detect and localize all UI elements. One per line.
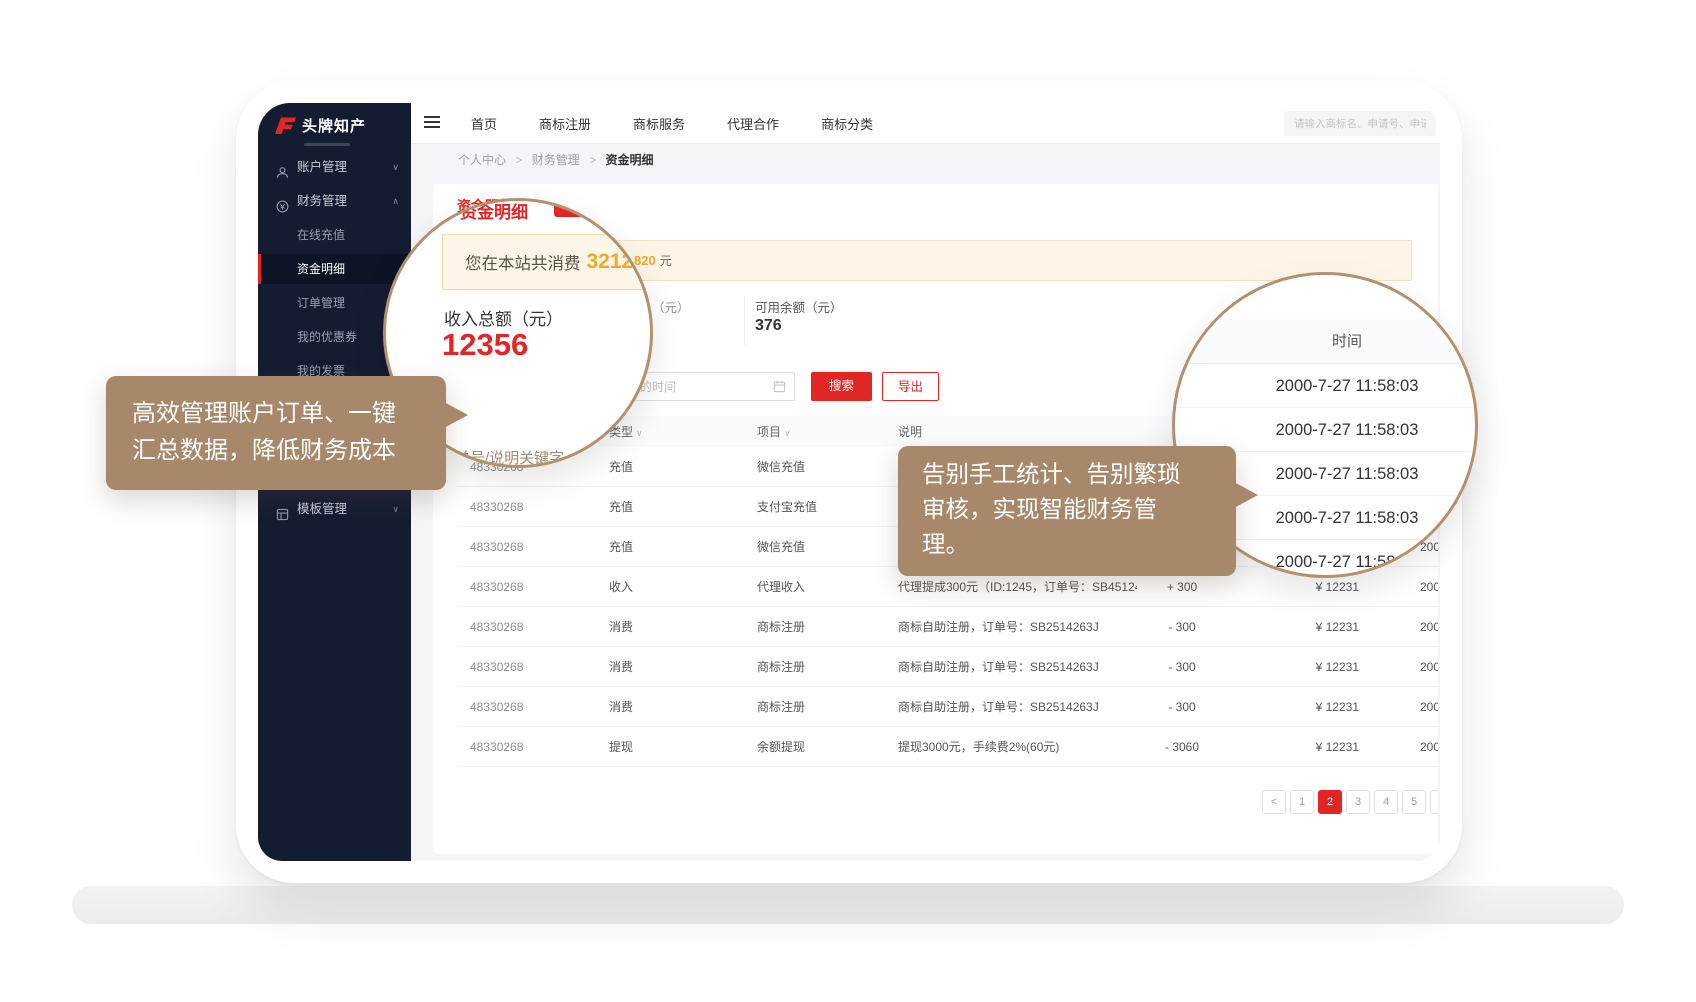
nav-items: 首页 商标注册 商标服务 代理合作 商标分类: [471, 103, 873, 143]
chevron-up-icon: ∧: [392, 186, 399, 216]
breadcrumb-finance[interactable]: 财务管理: [532, 153, 580, 167]
pagination-prev-button[interactable]: <: [1262, 790, 1286, 814]
header-project[interactable]: 项目∨: [744, 423, 885, 440]
sort-chevron-icon: ∨: [784, 428, 791, 438]
search-input[interactable]: [1284, 111, 1436, 136]
sidebar-item-online-recharge[interactable]: 在线充值: [258, 220, 411, 250]
table-row: 48330268 提现 余额提现 提现3000元，手续费2%(60元) - 30…: [457, 727, 1438, 767]
magnified-page-title: 资金明细: [460, 198, 528, 223]
breadcrumb-personal-center[interactable]: 个人中心: [458, 153, 506, 167]
callout-bubble-left: 高效管理账户订单、一键 汇总数据，降低财务成本: [106, 376, 446, 490]
callout-bubble-right: 告别手工统计、告别繁琐 审核，实现智能财务管 理。: [898, 446, 1236, 576]
sidebar-item-funds-detail[interactable]: 资金明细: [258, 254, 411, 284]
available-balance-label: 可用余额（元）: [755, 297, 843, 316]
page-background: 头牌知产 账户管理 ∨ 财务管理 ∧: [0, 0, 1696, 1002]
pagination-next-button[interactable]: >: [1430, 790, 1438, 814]
brand-tagline-placeholder: [304, 143, 350, 146]
magnified-consumption-banner: 您在本站共消费 32124 元: [442, 234, 653, 290]
magnified-red-pill: [554, 202, 590, 217]
top-navigation: 首页 商标注册 商标服务 代理合作 商标分类: [411, 103, 1440, 144]
callout-left-line: 汇总数据，降低财务成本: [132, 432, 446, 469]
pagination-page-5[interactable]: 5: [1402, 790, 1426, 814]
callout-right-line: 理。: [922, 527, 1236, 562]
pagination-page-2-active[interactable]: 2: [1318, 790, 1342, 814]
chevron-down-icon: ∨: [392, 152, 399, 182]
callout-left-line: 高效管理账户订单、一键: [132, 395, 446, 432]
sort-chevron-icon: ∨: [636, 428, 643, 438]
search-button[interactable]: 搜索: [811, 372, 872, 401]
sidebar-item-templates[interactable]: 模板管理 ∨: [258, 494, 411, 524]
pagination-page-1[interactable]: 1: [1290, 790, 1314, 814]
stat-unit-label: （元）: [652, 297, 690, 316]
nav-item-home[interactable]: 首页: [471, 114, 497, 133]
callout-arrow-icon: [444, 402, 468, 428]
callout-arrow-icon: [1234, 482, 1258, 508]
magnified-time-header: 时间: [1175, 319, 1475, 364]
table-row: 48330268 消费 商标注册 商标自助注册，订单号：SB2514263J -…: [457, 687, 1438, 727]
callout-right-line: 审核，实现智能财务管: [922, 492, 1236, 527]
sidebar-item-account[interactable]: 账户管理 ∨: [258, 152, 411, 182]
table-row: 48330268 消费 商标注册 商标自助注册，订单号：SB2514263J -…: [457, 647, 1438, 687]
calendar-icon[interactable]: [773, 380, 786, 398]
nav-item-agency-cooperation[interactable]: 代理合作: [727, 114, 779, 133]
magnified-time-row: 2000-7-27 11:58:03: [1175, 364, 1475, 408]
logo: 头牌知产: [273, 115, 366, 136]
stat-divider: [744, 297, 745, 345]
header-desc: 说明: [885, 423, 1137, 440]
nav-item-trademark-classes[interactable]: 商标分类: [821, 114, 873, 133]
nav-item-trademark-services[interactable]: 商标服务: [633, 114, 685, 133]
sidebar-item-finance[interactable]: 财务管理 ∧: [258, 186, 411, 216]
chevron-down-icon: ∨: [392, 494, 399, 524]
nav-item-trademark-register[interactable]: 商标注册: [539, 114, 591, 133]
breadcrumb: 个人中心 > 财务管理 > 资金明细: [411, 143, 1440, 176]
pagination-page-4[interactable]: 4: [1374, 790, 1398, 814]
table-row: 48330268 消费 商标注册 商标自助注册，订单号：SB2514263J -…: [457, 607, 1438, 647]
breadcrumb-current: 资金明细: [605, 153, 653, 167]
magnified-column-header: 订单号/说明关键字: [440, 447, 564, 468]
available-balance-value: 376: [755, 317, 782, 335]
laptop-base: [72, 886, 1624, 924]
brand-name: 头牌知产: [302, 115, 366, 136]
header-type[interactable]: 类型∨: [596, 423, 744, 440]
export-button[interactable]: 导出: [882, 372, 939, 401]
template-icon: [276, 502, 289, 532]
pagination-page-3[interactable]: 3: [1346, 790, 1370, 814]
magnified-income-value: 12356: [442, 327, 528, 363]
callout-right-line: 告别手工统计、告别繁琐: [922, 457, 1236, 492]
magnified-secondary-tab: 明细: [598, 200, 626, 220]
brand-logo-icon: [273, 116, 297, 135]
hamburger-menu-icon[interactable]: [424, 116, 440, 129]
